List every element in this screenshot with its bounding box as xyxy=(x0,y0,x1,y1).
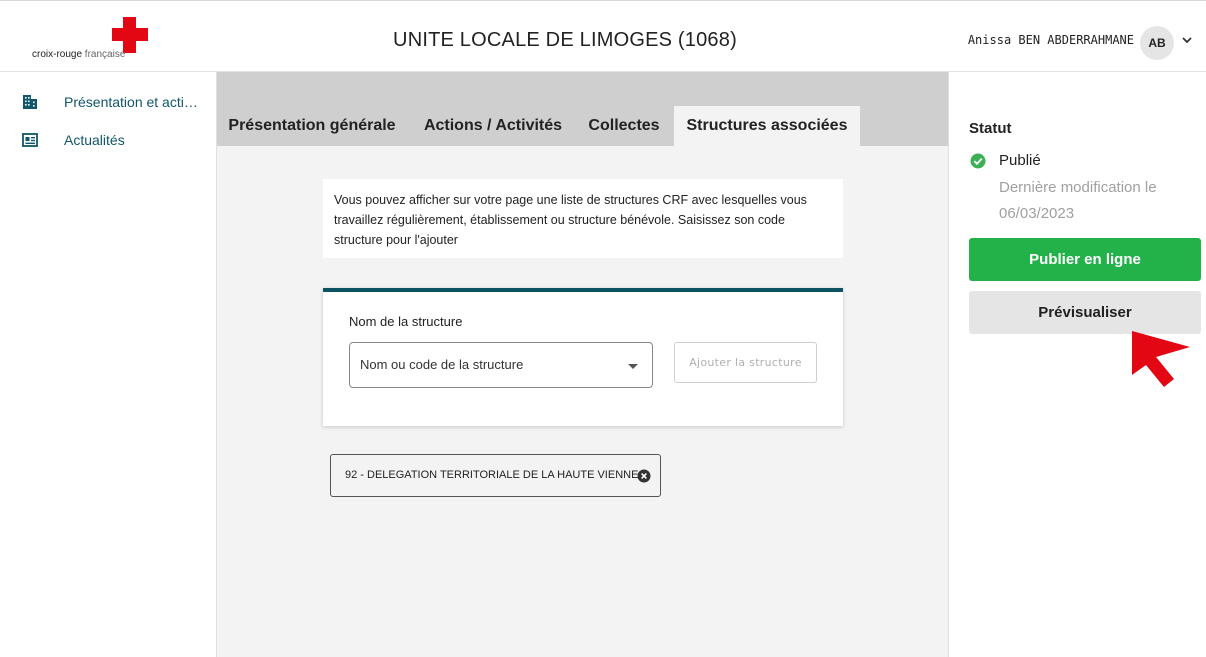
top-header: croix-rouge française UNITE LOCALE DE LI… xyxy=(0,0,1206,72)
main-content: Présentation générale Actions / Activité… xyxy=(217,72,948,657)
tab-bar: Présentation générale Actions / Activité… xyxy=(217,72,948,146)
tab-structures-associees[interactable]: Structures associées xyxy=(674,106,860,146)
annotation-arrow-icon xyxy=(1132,331,1190,387)
sidebar-item-label: Actualités xyxy=(64,132,125,148)
tab-presentation-generale[interactable]: Présentation générale xyxy=(221,106,403,146)
user-name[interactable]: Anissa BEN ABDERRAHMANE xyxy=(968,33,1134,47)
publish-button[interactable]: Publier en ligne xyxy=(969,238,1201,281)
dropdown-caret-icon xyxy=(628,364,638,369)
tab-actions-activites[interactable]: Actions / Activités xyxy=(413,106,573,146)
structure-select-placeholder: Nom ou code de la structure xyxy=(360,357,524,372)
avatar[interactable]: AB xyxy=(1140,26,1174,60)
structure-chip: 92 - DELEGATION TERRITORIALE DE LA HAUTE… xyxy=(330,454,661,497)
remove-chip-icon[interactable] xyxy=(637,469,651,483)
newspaper-icon xyxy=(22,133,38,147)
sidebar-item-presentation[interactable]: Présentation et activités xyxy=(0,86,216,118)
status-badge: Publié xyxy=(999,152,1041,169)
status-heading: Statut xyxy=(969,120,1012,137)
tab-collectes[interactable]: Collectes xyxy=(581,106,667,146)
sidebar-item-label: Présentation et activités xyxy=(64,94,204,110)
last-modified-text: Dernière modification le 06/03/2023 xyxy=(999,179,1157,222)
add-structure-button[interactable]: Ajouter la structure xyxy=(674,342,817,383)
chevron-down-icon[interactable] xyxy=(1180,33,1194,47)
sidebar: Présentation et activités Actualités xyxy=(0,72,217,657)
add-structure-card: Nom de la structure Nom ou code de la st… xyxy=(323,288,843,426)
structure-chip-label: 92 - DELEGATION TERRITORIALE DE LA HAUTE… xyxy=(345,469,639,481)
structure-select[interactable]: Nom ou code de la structure xyxy=(349,342,653,388)
building-icon xyxy=(23,95,37,109)
info-text: Vous pouvez afficher sur votre page une … xyxy=(323,179,843,258)
check-circle-icon xyxy=(970,153,986,169)
structure-name-label: Nom de la structure xyxy=(349,314,463,329)
page-title: UNITE LOCALE DE LIMOGES (1068) xyxy=(393,29,737,51)
sidebar-item-actualites[interactable]: Actualités xyxy=(0,124,216,156)
